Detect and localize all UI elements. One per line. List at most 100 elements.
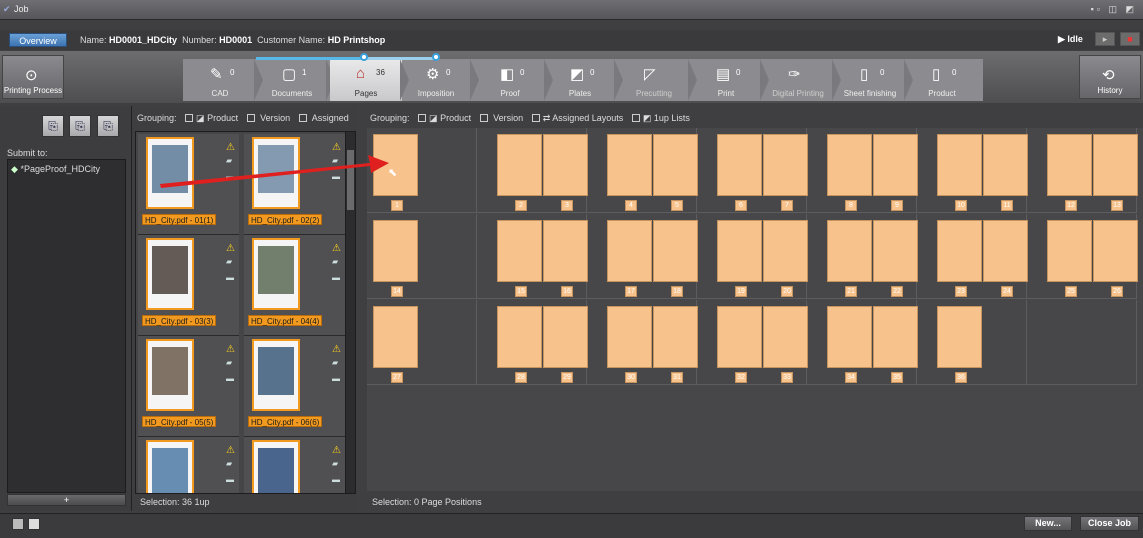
page-position[interactable] [937, 306, 982, 368]
thumbnail-page[interactable] [146, 339, 194, 411]
mid-product-checkbox[interactable] [185, 114, 194, 122]
page-number: 28 [515, 372, 527, 383]
page-number: 23 [955, 286, 967, 297]
right-version-checkbox[interactable] [479, 114, 488, 122]
step-cad[interactable]: ✎ 0 CAD [184, 59, 256, 101]
page-position[interactable] [873, 220, 918, 282]
history-button[interactable]: ⟲ History [1079, 55, 1141, 99]
thumbnail-page[interactable] [252, 440, 300, 493]
step-documents[interactable]: ▢ 1 Documents [256, 59, 328, 101]
window-title: Job [14, 4, 29, 14]
page-thumbnail[interactable]: ⚠ ▰ ▬ HD_City.pdf - 02(2) [244, 134, 345, 235]
page-thumbnail[interactable]: ⚠ ▰ ▬ HD_City.pdf - 05(5) [138, 336, 239, 437]
page-number: 22 [891, 286, 903, 297]
step-proof[interactable]: ◧ 0 Proof [474, 59, 546, 101]
oneup-checkbox[interactable] [631, 114, 640, 122]
thumbnail-page[interactable] [146, 238, 194, 310]
page-position[interactable] [607, 134, 652, 196]
page-position[interactable] [653, 306, 698, 368]
page-position[interactable] [827, 306, 872, 368]
assigned-layouts-checkbox[interactable] [531, 114, 540, 122]
scrollbar-thumb[interactable] [347, 150, 354, 210]
close-job-button[interactable]: Close Job [1080, 516, 1139, 531]
step-product[interactable]: ▯ 0 Product [906, 59, 978, 101]
thumbnail-page[interactable] [252, 137, 300, 209]
page-number: 21 [845, 286, 857, 297]
page-thumbnail[interactable]: ⚠ ▰ ▬ HD_City.pdf - 06(6) [244, 336, 345, 437]
page-tool-2-icon[interactable]: ⎘ [69, 115, 91, 137]
page-position[interactable] [937, 220, 982, 282]
page-position[interactable] [763, 134, 808, 196]
page-number: 35 [891, 372, 903, 383]
page-tool-1-icon[interactable]: ⎘ [42, 115, 64, 137]
page-position[interactable] [373, 134, 418, 196]
page-position[interactable] [653, 220, 698, 282]
page-number: 29 [561, 372, 573, 383]
page-position[interactable] [763, 220, 808, 282]
page-position[interactable] [497, 306, 542, 368]
view-grid-icon[interactable] [28, 518, 40, 530]
step-pages[interactable]: ⌂ 36 Pages [330, 59, 402, 101]
right-product-checkbox[interactable] [418, 114, 427, 122]
add-button[interactable]: + [7, 494, 126, 506]
grid-cell[interactable] [1027, 300, 1137, 385]
thumbnail-page[interactable] [146, 137, 194, 209]
thumbnail-page[interactable] [146, 440, 194, 493]
thumbnail-list[interactable]: ⚠ ▰ ▬ HD_City.pdf - 01(1) ⚠ ▰ ▬ HD_City.pdf - 0… [135, 131, 347, 494]
page-position[interactable] [1093, 220, 1138, 282]
page-thumbnail[interactable]: ⚠ ▰ ▬ HD_City.pdf - 01(1) [138, 134, 239, 235]
page-position[interactable] [653, 134, 698, 196]
step-print[interactable]: ▤ 0 Print [690, 59, 762, 101]
page-tool-3-icon[interactable]: ⎘ [97, 115, 119, 137]
page-position[interactable] [827, 134, 872, 196]
page-position[interactable] [607, 306, 652, 368]
page-position[interactable] [1047, 220, 1092, 282]
page-position[interactable] [717, 306, 762, 368]
page-position[interactable] [373, 220, 418, 282]
mid-version-checkbox[interactable] [246, 114, 255, 122]
submit-item[interactable]: ◆ *PageProof_HDCity [11, 164, 100, 175]
overview-button[interactable]: Overview [9, 33, 67, 47]
page-position[interactable] [543, 220, 588, 282]
thumbnail-page[interactable] [252, 339, 300, 411]
window-controls[interactable]: ▪▫ ◫ ◩ [1091, 4, 1137, 15]
step-digital-printing[interactable]: ✑ Digital Printing [762, 59, 834, 101]
step-imposition[interactable]: ⚙ 0 Imposition [400, 59, 472, 101]
page-position[interactable] [497, 220, 542, 282]
thumbnail-page[interactable] [252, 238, 300, 310]
step-sheet-finishing[interactable]: ▯ 0 Sheet finishing [834, 59, 906, 101]
step-plates[interactable]: ◩ 0 Plates [544, 59, 616, 101]
page-number: 11 [1001, 200, 1013, 211]
page-position[interactable] [983, 220, 1028, 282]
page-position[interactable] [497, 134, 542, 196]
page-thumbnail[interactable]: ⚠ ▰ ▬ HD_City.pdf - 04(4) [244, 235, 345, 336]
play-button[interactable]: ▸ [1095, 32, 1115, 46]
step-precutting[interactable]: ◸ Precutting [618, 59, 690, 101]
printing-process-button[interactable]: ⊙ Printing Process [2, 55, 64, 99]
page-position[interactable] [873, 134, 918, 196]
page-position[interactable] [543, 306, 588, 368]
page-thumbnail[interactable]: ⚠ ▰ ▬ [138, 437, 239, 493]
page-position[interactable] [373, 306, 418, 368]
page-thumbnail[interactable]: ⚠ ▰ ▬ HD_City.pdf - 03(3) [138, 235, 239, 336]
page-positions-grid[interactable]: 1 2 3 4 5 6 7 8 9 10 11 12 13 14 15 16 17 18 19 20 21 22 23 24 2… [367, 128, 1143, 491]
page-thumbnail[interactable]: ⚠ ▰ ▬ [244, 437, 345, 493]
view-list-icon[interactable] [12, 518, 24, 530]
page-position[interactable] [937, 134, 982, 196]
progress-marker-2 [432, 53, 440, 61]
mid-assigned-checkbox[interactable] [298, 114, 307, 122]
page-position[interactable] [717, 220, 762, 282]
page-number: 36 [955, 372, 967, 383]
stop-button[interactable]: ■ [1120, 32, 1140, 46]
page-position[interactable] [983, 134, 1028, 196]
page-position[interactable] [717, 134, 762, 196]
page-position[interactable] [1093, 134, 1138, 196]
page-position[interactable] [827, 220, 872, 282]
page-position[interactable] [607, 220, 652, 282]
page-position[interactable] [543, 134, 588, 196]
page-position[interactable] [763, 306, 808, 368]
page-position[interactable] [1047, 134, 1092, 196]
page-position[interactable] [873, 306, 918, 368]
submit-list[interactable] [7, 159, 126, 493]
new-button[interactable]: New... [1024, 516, 1072, 531]
